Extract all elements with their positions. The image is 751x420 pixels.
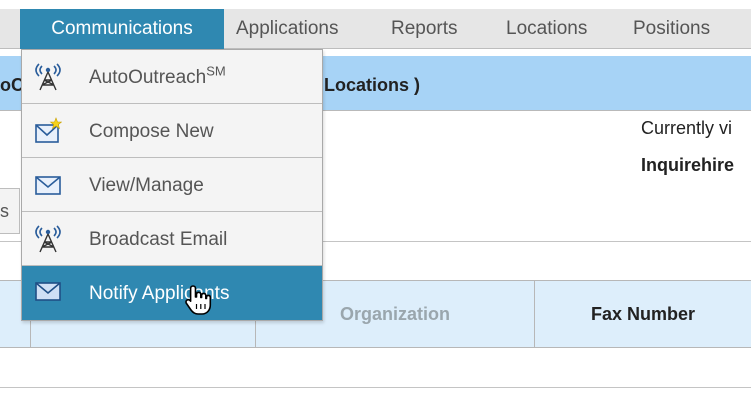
- envelope-icon: [34, 279, 62, 307]
- nav-applications[interactable]: Applications: [236, 9, 338, 49]
- menu-item-view-manage[interactable]: View/Manage: [22, 158, 322, 212]
- menu-item-autooutreach[interactable]: AutoOutreachSM: [22, 50, 322, 104]
- nav-positions[interactable]: Positions: [633, 9, 710, 49]
- antenna-icon: [34, 63, 62, 91]
- main-nav: Communications Applications Reports Loca…: [0, 9, 751, 49]
- compose-envelope-icon: [34, 117, 63, 145]
- menu-item-label: AutoOutreachSM: [89, 63, 226, 88]
- communications-dropdown-menu: AutoOutreachSM Compose New View/Manage B…: [21, 49, 323, 321]
- menu-item-notify-applicants[interactable]: Notify Applicants: [22, 266, 322, 320]
- table-row: [0, 387, 751, 388]
- antenna-icon: [34, 225, 62, 253]
- menu-item-compose-new[interactable]: Compose New: [22, 104, 322, 158]
- currently-viewing-label: Currently vi: [641, 118, 733, 138]
- envelope-icon: [34, 171, 62, 199]
- column-header-fax-number[interactable]: Fax Number: [534, 281, 751, 348]
- menu-item-label: View/Manage: [89, 175, 204, 196]
- menu-item-label: Broadcast Email: [89, 229, 228, 250]
- nav-reports[interactable]: Reports: [391, 9, 458, 49]
- section-header-title: Locations ): [324, 75, 421, 95]
- nav-locations[interactable]: Locations: [506, 9, 587, 49]
- site-name: Inquirehire: [641, 155, 735, 175]
- page: Communications Applications Reports Loca…: [0, 0, 751, 420]
- menu-item-label: Compose New: [89, 121, 214, 142]
- menu-item-broadcast-email[interactable]: Broadcast Email: [22, 212, 322, 266]
- nav-communications[interactable]: Communications: [20, 9, 224, 49]
- side-tab[interactable]: s: [0, 188, 20, 234]
- top-strip: [0, 0, 751, 9]
- hand-pointer-icon: [184, 284, 212, 316]
